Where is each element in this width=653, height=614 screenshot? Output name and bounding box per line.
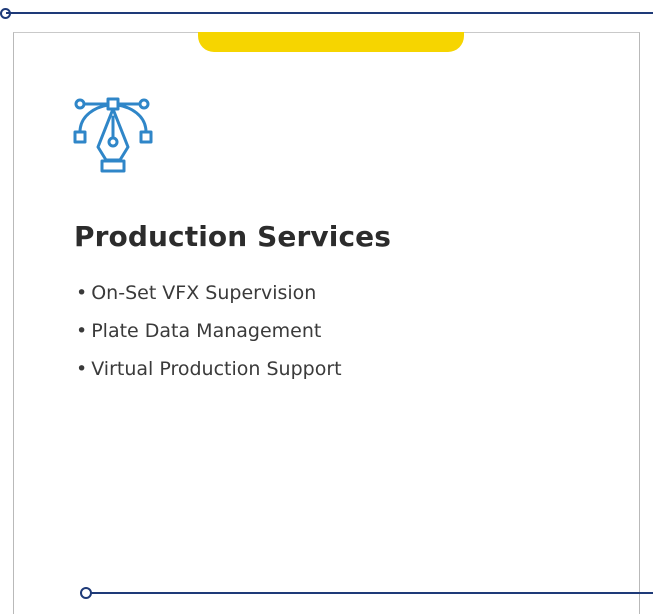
- bullet: •: [76, 282, 88, 304]
- bullet: •: [76, 358, 88, 380]
- card-accent-tab: [198, 32, 464, 52]
- bullet: •: [76, 320, 88, 342]
- list-item: • On-Set VFX Supervision: [76, 281, 342, 319]
- list-item-label: Plate Data Management: [91, 320, 322, 342]
- list-item: • Plate Data Management: [76, 319, 342, 357]
- service-list: • On-Set VFX Supervision • Plate Data Mana…: [76, 281, 342, 395]
- service-card-page: Production Services • On-Set VFX Supervis…: [0, 0, 653, 614]
- vector-pen-tool-icon: [72, 95, 156, 177]
- top-divider-line: [6, 12, 653, 14]
- list-item-label: Virtual Production Support: [91, 358, 342, 380]
- bottom-divider-line: [90, 592, 653, 594]
- list-item-label: On-Set VFX Supervision: [91, 282, 317, 304]
- card-title: Production Services: [74, 220, 392, 253]
- list-item: • Virtual Production Support: [76, 357, 342, 395]
